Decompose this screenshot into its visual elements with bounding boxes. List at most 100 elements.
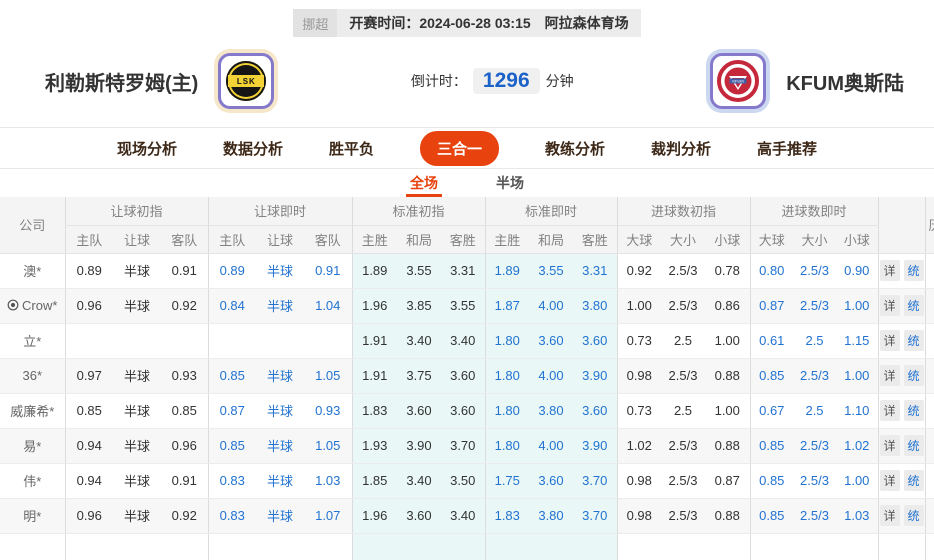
goals_live-cell: 2.5/3 (793, 498, 837, 534)
table-row: 伟* 0.94 半球 0.91 0.83 半球 1.03 1.85 3.40 3.50 1.75 3.… (0, 463, 934, 499)
std_initial-cell: 1.96 (351, 288, 397, 324)
company-cell: Crow* (0, 288, 65, 324)
detail-button[interactable]: 详 (879, 365, 900, 386)
std_live-cell: 3.60 (573, 393, 617, 429)
goals_initial-cell: 0.88 (705, 498, 751, 534)
group-standard-initial: 标准初指 (351, 197, 485, 226)
std_live-cell: 1.75 (484, 463, 529, 499)
company-name: 明* (23, 509, 42, 524)
handicap_initial-cell: 0.91 (161, 463, 208, 499)
stats-button[interactable]: 统 (903, 505, 924, 526)
detail-button[interactable]: 详 (879, 260, 900, 281)
clipped-cell (924, 323, 934, 359)
actions-cell: 详统 (877, 428, 926, 464)
company-cell (0, 533, 65, 560)
subcol-label: 客队 (304, 225, 352, 254)
tab-coach-analysis[interactable]: 教练分析 (545, 131, 605, 166)
goals_live-cell: 0.61 (749, 323, 794, 359)
company-name: 威廉希* (10, 404, 55, 419)
std_initial-cell: 3.40 (397, 463, 441, 499)
tab-referee-analysis[interactable]: 裁判分析 (651, 131, 711, 166)
detail-button[interactable]: 详 (879, 400, 900, 421)
std_initial-cell: 1.85 (351, 463, 397, 499)
group-goals-initial: 进球数初指 (616, 197, 751, 226)
clipped-cell (924, 288, 934, 324)
detail-button[interactable]: 详 (879, 505, 900, 526)
tab-three-in-one[interactable]: 三合一 (419, 130, 499, 166)
match-header: 利勒斯特罗姆(主) LSK 倒计时： 1296 分钟 KFUM KFUM奥斯陆 (0, 37, 934, 127)
tab-expert-picks[interactable]: 高手推荐 (757, 131, 817, 166)
subcol-label: 客胜 (573, 225, 617, 254)
std_initial-cell: 3.85 (397, 288, 441, 324)
stats-button[interactable]: 统 (903, 470, 924, 491)
subcol-label: 大小 (661, 225, 705, 254)
goals_initial-cell: 0.98 (616, 463, 661, 499)
stats-button[interactable]: 统 (903, 365, 924, 386)
clipped-cell (924, 253, 934, 289)
goals_live-cell: 1.00 (836, 463, 879, 499)
std_live-cell: 3.70 (573, 463, 617, 499)
tab-full-match[interactable]: 全场 (406, 169, 442, 197)
goals_live-cell: 1.03 (836, 498, 879, 534)
goals_live-cell: 2.5 (793, 393, 837, 429)
detail-button[interactable]: 详 (879, 435, 900, 456)
std_initial-cell: 3.60 (441, 358, 485, 394)
handicap_initial-cell: 0.94 (64, 428, 113, 464)
table-row: Crow* 0.96 半球 0.92 0.84 半球 1.04 1.96 3.85 3.55 1.8… (0, 288, 934, 324)
partial-row (0, 533, 934, 560)
handicap_initial-cell: 半球 (113, 358, 161, 394)
clipped-cell (924, 498, 934, 534)
std_live-cell: 3.60 (573, 323, 617, 359)
table-row: 立* 1.91 3.40 3.40 1.80 3.60 3.60 0.73 2.5 1.00 0.6… (0, 323, 934, 359)
stats-button[interactable]: 统 (903, 435, 924, 456)
std_live-cell: 4.00 (529, 288, 573, 324)
std_initial-cell: 3.75 (397, 358, 441, 394)
tab-half-match[interactable]: 半场 (492, 169, 528, 197)
std_live-cell: 3.90 (573, 428, 617, 464)
group-goals-live: 进球数即时 (749, 197, 879, 226)
stats-button[interactable]: 统 (903, 260, 924, 281)
std_initial-cell: 1.96 (351, 498, 397, 534)
std_initial-cell: 3.60 (397, 393, 441, 429)
clipped-cell (924, 463, 934, 499)
subcol-label: 主胜 (351, 225, 397, 254)
handicap_initial-cell: 半球 (113, 288, 161, 324)
handicap_live-cell: 1.05 (304, 358, 352, 394)
goals_initial-cell: 2.5 (661, 323, 705, 359)
company-cell: 易* (0, 428, 65, 464)
countdown-value: 1296 (472, 68, 540, 94)
std_initial-cell: 1.91 (351, 358, 397, 394)
tab-data-analysis[interactable]: 数据分析 (223, 131, 283, 166)
goals_live-cell: 1.00 (836, 288, 879, 324)
handicap_initial-cell: 0.97 (64, 358, 113, 394)
std_live-cell: 3.80 (529, 498, 573, 534)
std_initial-cell: 1.89 (351, 253, 397, 289)
tab-win-draw-lose[interactable]: 胜平负 (329, 131, 374, 166)
std_initial-cell: 3.40 (441, 498, 485, 534)
table-row: 澳* 0.89 半球 0.91 0.89 半球 0.91 1.89 3.55 3.31 1.89 3.… (0, 253, 934, 289)
company-cell: 伟* (0, 463, 65, 499)
stats-button[interactable]: 统 (903, 295, 924, 316)
subcol-label: 小球 (836, 225, 879, 254)
svg-text:KFUM: KFUM (733, 79, 744, 84)
subcol-label: 大球 (616, 225, 661, 254)
scope-tabs: 全场 半场 (0, 168, 934, 197)
tab-live-analysis[interactable]: 现场分析 (117, 131, 177, 166)
stats-button[interactable]: 统 (903, 400, 924, 421)
handicap_live-cell (256, 323, 304, 359)
detail-button[interactable]: 详 (879, 330, 900, 351)
subcol-label: 主队 (207, 225, 256, 254)
handicap_live-cell: 半球 (256, 498, 304, 534)
handicap_live-cell: 0.85 (207, 428, 256, 464)
company-cell: 澳* (0, 253, 65, 289)
handicap_initial-cell: 半球 (113, 393, 161, 429)
company-cell: 36* (0, 358, 65, 394)
stats-button[interactable]: 统 (903, 330, 924, 351)
detail-button[interactable]: 详 (879, 470, 900, 491)
goals_initial-cell: 0.88 (705, 358, 751, 394)
handicap_live-cell: 0.84 (207, 288, 256, 324)
detail-button[interactable]: 详 (879, 295, 900, 316)
goals_initial-cell: 2.5/3 (661, 463, 705, 499)
goals_initial-cell: 0.73 (616, 323, 661, 359)
table-row: 易* 0.94 半球 0.96 0.85 半球 1.05 1.93 3.90 3.70 1.80 4.… (0, 428, 934, 464)
